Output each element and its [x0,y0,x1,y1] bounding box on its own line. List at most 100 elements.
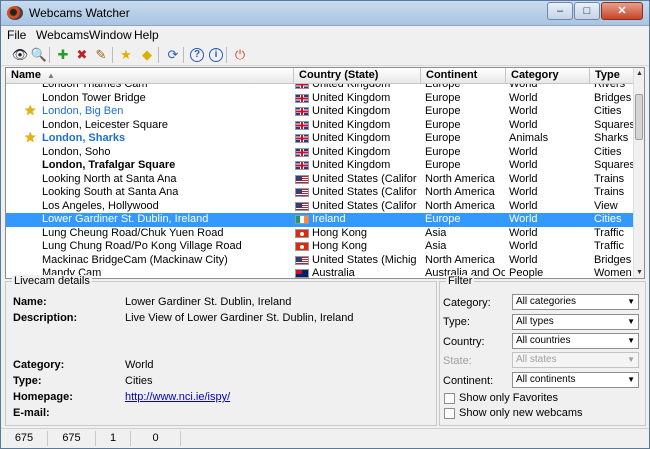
cell-type: Bridges [594,91,632,104]
cell-name: Mackinac BridgeCam (Mackinaw City) [42,253,228,266]
status-bar: 675 675 1 0 [1,428,649,448]
cell-country: United States (California) [295,173,417,187]
table-row[interactable]: Looking North at Santa Ana United States … [6,173,634,187]
table-row[interactable]: London, Leicester Square United Kingdom Eu… [6,119,634,133]
cell-category: World [509,105,538,117]
cell-name: Looking South at Santa Ana [42,186,179,198]
detail-type-label: Type: [13,375,42,387]
delete-webcam-button[interactable]: ✖ [73,46,91,64]
exit-button[interactable]: ⏻ [231,46,249,64]
cell-category: World [509,186,538,198]
maximize-button[interactable]: □ [574,2,600,20]
details-title: Livecam details [12,275,92,287]
title-bar[interactable]: Webcams Watcher – □ ✕ [1,1,649,26]
cell-country: Australia [295,267,417,278]
detail-name-value: Lower Gardiner St. Dublin, Ireland [125,296,292,308]
filter-country-label: Country: [443,336,485,348]
table-row[interactable]: Mandy CamAustraliaAustralia and Oc...Peo… [6,267,634,279]
toolbar-separator [112,47,113,63]
flag-uk-icon [295,107,309,117]
cell-type: View [594,199,618,212]
sort-ascending-icon: ▲ [46,71,55,80]
table-row[interactable]: ★ London, Sharks United Kingdom Europe Anima… [6,130,634,146]
cell-continent: Europe [425,91,461,104]
checkbox-box[interactable] [444,392,455,404]
edit-webcam-button[interactable]: ✎ [92,46,110,64]
cell-name: London, Big Ben [42,105,124,117]
detail-category-value: World [125,359,154,371]
cell-name: London, Leicester Square [42,118,168,131]
column-header-name[interactable]: Name ▲ [6,68,294,84]
cell-country-text: United Kingdom [312,84,391,90]
cell-category: World [509,118,538,131]
column-header-country[interactable]: Country (State) [294,68,421,84]
cell-category: People [509,267,544,279]
close-button[interactable]: ✕ [601,2,643,20]
status-filtered-count: 675 [48,431,96,446]
info-button[interactable]: i [207,46,225,64]
table-row[interactable]: Mackinac BridgeCam (Mackinaw City) United… [6,254,634,268]
cell-type: Sharks [594,132,629,144]
table-row[interactable]: London, Soho United Kingdom Europe World Cit… [6,146,634,160]
column-header-continent[interactable]: Continent [421,68,506,84]
eye-button[interactable]: 👁 [11,46,29,64]
checkbox-box[interactable] [444,407,455,419]
webcam-list[interactable]: Name ▲ Country (State) Continent Category… [5,67,645,279]
chevron-down-icon: ▼ [627,375,635,384]
cell-category: World [509,240,538,252]
flag-uk-icon [295,134,309,144]
refresh-button[interactable]: ⟳ [164,46,182,64]
table-row[interactable]: Lung Cheung Road/Chuk Yuen Road Hong Kong… [6,227,634,241]
country-select[interactable]: All countries ▼ [512,333,639,349]
cell-name: London, Sharks [42,132,126,144]
favorite-star-icon: ★ [120,47,132,62]
show-new-checkbox[interactable]: Show only new webcams [444,407,583,419]
filter-category-label: Category: [443,297,491,309]
table-row[interactable]: Los Angeles, Hollywood United States (Cal… [6,200,634,214]
table-row[interactable]: Lower Gardiner St. Dublin, Ireland Irelan… [6,213,634,227]
scroll-thumb[interactable] [635,94,643,140]
new-webcam-diamond-button[interactable]: ◆ [138,46,156,64]
scroll-up-icon[interactable]: ▲ [634,68,644,79]
menu-help[interactable]: Help [134,28,159,42]
search-button[interactable]: 🔍 [30,46,48,64]
cell-country: United Kingdom [295,84,417,92]
type-select[interactable]: All types ▼ [512,314,639,330]
cell-continent: Europe [425,213,461,225]
scroll-down-icon[interactable]: ▼ [634,267,644,278]
menu-file[interactable]: File [7,28,26,42]
column-header-category[interactable]: Category [506,68,590,84]
show-favorites-checkbox[interactable]: Show only Favorites [444,392,558,404]
vertical-scrollbar[interactable]: ▲ ▼ [633,68,644,278]
continent-select[interactable]: All continents ▼ [512,372,639,388]
cell-country: United Kingdom [295,146,417,160]
menu-window[interactable]: Window [89,28,132,42]
column-header-type[interactable]: Type [590,68,634,84]
favorite-star-button[interactable]: ★ [117,46,135,64]
cell-continent: Europe [425,105,461,117]
table-row[interactable]: London Thames Cam United Kingdom Europe Wor… [6,84,634,92]
homepage-link[interactable]: http://www.nci.ie/ispy/ [125,391,230,403]
cell-country: United States (California) [295,200,417,214]
table-row[interactable]: London, Trafalgar Square United Kingdom Eu… [6,159,634,173]
flag-uk-icon [295,161,309,171]
flag-hk-icon [295,228,309,238]
continent-select-value: All continents [516,374,576,385]
table-row[interactable]: London Tower Bridge United Kingdom Europe W… [6,92,634,106]
toolbar-separator [183,47,184,63]
detail-homepage-label: Homepage: [13,391,73,403]
table-row[interactable]: Lung Chung Road/Po Kong Village Road Hong… [6,240,634,254]
help-button[interactable]: ? [188,46,206,64]
table-row[interactable]: ★ London, Big Ben United Kingdom Europe Worl… [6,103,634,119]
flag-hk-icon [295,242,309,252]
menu-webcams[interactable]: Webcams [36,28,89,42]
cell-country: Hong Kong [295,240,417,254]
cell-country: United Kingdom [295,119,417,133]
table-row[interactable]: Looking South at Santa Ana United States … [6,186,634,200]
category-select[interactable]: All categories ▼ [512,294,639,310]
minimize-button[interactable]: – [547,2,573,20]
cell-continent: Europe [425,118,461,131]
cell-continent: North America [425,172,495,185]
cell-country-text: United Kingdom [312,91,391,104]
add-webcam-button[interactable]: ✚ [54,46,72,64]
